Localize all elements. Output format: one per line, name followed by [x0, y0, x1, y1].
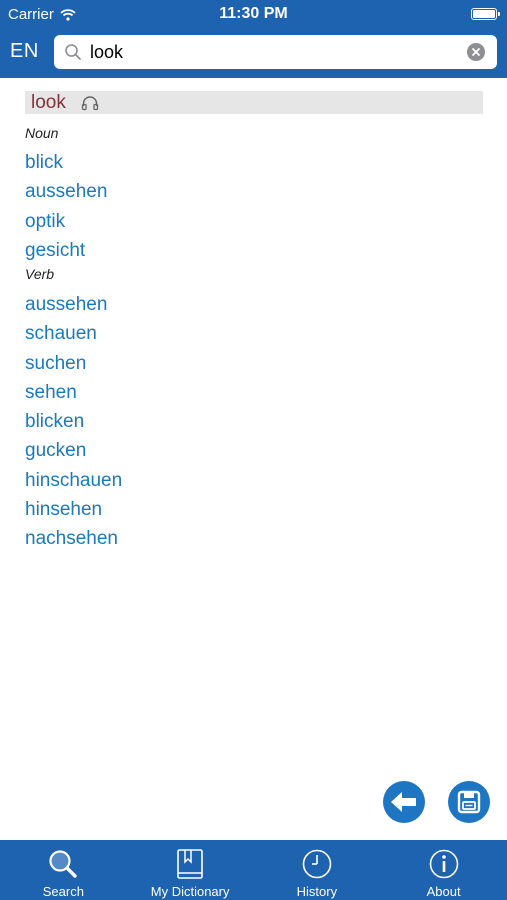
clear-search-button[interactable] — [467, 43, 485, 61]
translation-link[interactable]: schauen — [25, 319, 122, 348]
translation-link[interactable]: gucken — [25, 436, 122, 465]
tab-bar: Search My Dictionary History About — [0, 840, 507, 900]
status-bar: Carrier 11:30 PM — [0, 0, 507, 28]
save-button[interactable] — [448, 781, 490, 823]
search-box[interactable] — [54, 35, 497, 69]
clock-icon — [302, 849, 332, 879]
translation-link[interactable]: nachsehen — [25, 524, 122, 553]
translation-link[interactable]: blick — [25, 148, 107, 177]
pos-label-noun: Noun — [25, 125, 59, 141]
bookmark-book-icon — [177, 849, 203, 879]
battery-icon — [471, 8, 500, 20]
tab-label: My Dictionary — [150, 884, 230, 899]
translation-link[interactable]: aussehen — [25, 177, 107, 206]
tab-about[interactable]: About — [380, 840, 507, 900]
translation-link[interactable]: gesicht — [25, 236, 107, 265]
pos-label-verb: Verb — [25, 266, 55, 282]
tab-my-dictionary[interactable]: My Dictionary — [127, 840, 254, 900]
entry-content: look Noun blick aussehen optik gesicht V… — [0, 78, 507, 840]
translation-link[interactable]: optik — [25, 207, 107, 236]
top-bar: Carrier 11:30 PM EN — [0, 0, 507, 78]
verb-translations: aussehen schauen suchen sehen blicken gu… — [25, 290, 122, 554]
status-time: 11:30 PM — [219, 5, 288, 22]
translation-link[interactable]: blicken — [25, 407, 122, 436]
tab-history[interactable]: History — [254, 840, 381, 900]
headword-row: look — [25, 91, 483, 114]
search-icon — [65, 44, 81, 60]
info-icon — [429, 849, 458, 879]
tab-search[interactable]: Search — [0, 840, 127, 900]
close-icon — [472, 48, 480, 56]
translation-link[interactable]: hinsehen — [25, 495, 122, 524]
arrow-left-icon — [391, 792, 416, 812]
translation-link[interactable]: suchen — [25, 349, 122, 378]
noun-translations: blick aussehen optik gesicht — [25, 148, 107, 265]
tab-label: About — [426, 884, 461, 899]
headphones-icon[interactable] — [81, 95, 99, 111]
headword: look — [31, 91, 66, 113]
tab-label: Search — [42, 884, 84, 899]
magnifier-icon — [49, 850, 78, 878]
translation-link[interactable]: hinschauen — [25, 466, 122, 495]
floppy-disk-icon — [457, 790, 481, 814]
translation-link[interactable]: aussehen — [25, 290, 122, 319]
language-selector[interactable]: EN — [10, 40, 39, 63]
translation-link[interactable]: sehen — [25, 378, 122, 407]
tab-label: History — [296, 884, 338, 899]
search-input[interactable] — [90, 41, 450, 63]
back-button[interactable] — [383, 781, 425, 823]
